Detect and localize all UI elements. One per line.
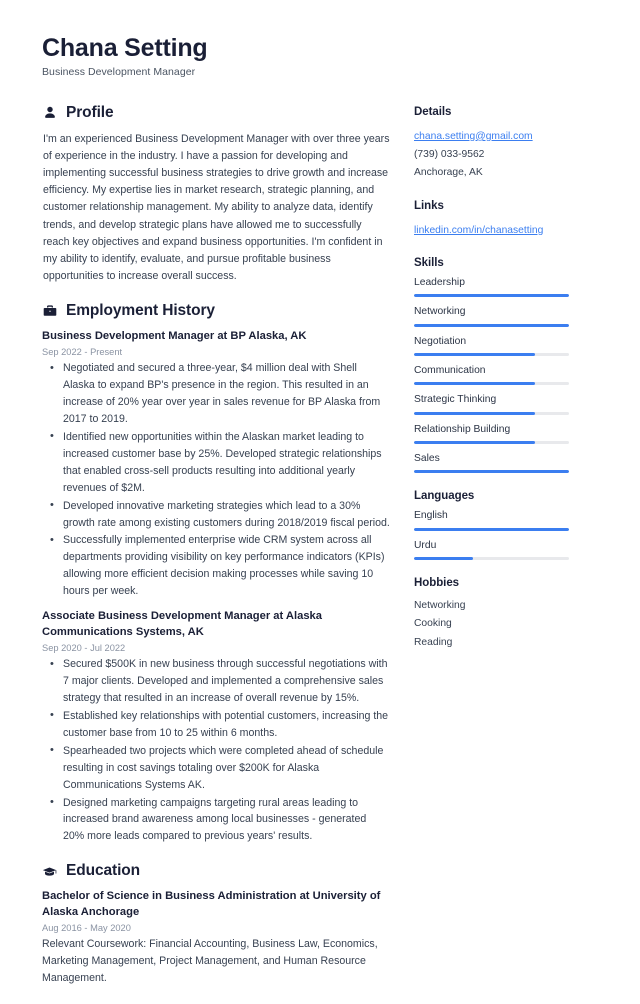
skill-row: Relationship Building: [414, 423, 604, 445]
skill-label: Relationship Building: [414, 423, 511, 435]
person-icon: [42, 105, 57, 120]
skill-label: Strategic Thinking: [414, 394, 497, 406]
skill-row: Strategic Thinking: [414, 394, 604, 415]
skill-label: Sales: [414, 453, 440, 465]
education-entry: Bachelor of Science in Business Administ…: [42, 889, 390, 987]
skill-label: Negotiation: [414, 335, 467, 347]
skill-label: Communication: [414, 365, 486, 377]
list-item: Identified new opportunities within the …: [42, 428, 390, 497]
list-item: Established key relationships with poten…: [42, 707, 390, 742]
skill-row: Leadership: [414, 277, 604, 298]
skill-track: [414, 323, 569, 327]
language-fill: [414, 527, 569, 531]
hobby-item: Networking: [414, 600, 466, 612]
skill-row: Negotiation: [414, 335, 604, 357]
language-track: [414, 527, 569, 531]
employment-entry: Business Development Manager at BP Alask…: [42, 329, 390, 600]
skill-label: Networking: [414, 306, 466, 318]
sidebar-block-languages: Languages English Urdu: [414, 490, 604, 561]
skill-row: Sales: [414, 453, 604, 474]
language-row: English: [414, 510, 604, 531]
language-row: Urdu: [414, 539, 604, 561]
location-text: Anchorage, AK: [414, 167, 483, 179]
list-item: Secured $500K in new business through su…: [42, 656, 390, 707]
list-item: Negotiated and secured a three-year, $4 …: [42, 360, 390, 428]
sidebar-column: Details chana.setting@gmail.com (739) 03…: [414, 104, 604, 669]
employment-entry-title: Associate Business Development Manager a…: [42, 610, 323, 639]
phone-text: (739) 033-9562: [414, 149, 485, 161]
section-header-employment: Employment History: [42, 302, 390, 320]
skill-fill: [414, 323, 569, 327]
graduation-cap-icon: [42, 864, 57, 879]
language-label: Urdu: [414, 539, 437, 551]
skill-track: [414, 294, 569, 298]
skill-track: [414, 353, 569, 357]
skill-fill: [414, 411, 535, 415]
sidebar-block-hobbies: Hobbies Networking Cooking Reading: [414, 577, 604, 652]
list-item: Successfully implemented enterprise wide…: [42, 532, 390, 600]
skill-fill: [414, 382, 535, 386]
briefcase-icon: [42, 304, 57, 319]
section-title-education: Education: [66, 862, 141, 880]
sidebar-title-details: Details: [414, 105, 452, 118]
resume-page: Chana Setting Business Development Manag…: [0, 0, 640, 984]
section-education: Education Bachelor of Science in Busines…: [42, 862, 390, 987]
list-item: Developed innovative marketing strategie…: [42, 497, 390, 532]
education-entry-title: Bachelor of Science in Business Administ…: [42, 890, 381, 919]
employment-entry-date: Sep 2022 - Present: [42, 347, 123, 358]
section-title-profile: Profile: [66, 103, 114, 121]
skill-track: [414, 411, 569, 415]
sidebar-title-links: Links: [414, 199, 444, 212]
skill-fill: [414, 441, 535, 445]
section-header-profile: Profile: [42, 104, 390, 122]
skill-fill: [414, 470, 569, 474]
list-item: Spearheaded two projects which were comp…: [42, 742, 390, 794]
section-employment-history: Employment History Business Development …: [42, 302, 390, 845]
employment-entry-bullets: Negotiated and secured a three-year, $4 …: [42, 360, 390, 600]
education-entry-description: Relevant Coursework: Financial Accountin…: [42, 938, 378, 984]
sidebar-block-links: Links linkedin.com/in/chanasetting: [414, 200, 604, 240]
language-fill: [414, 557, 473, 561]
linkedin-link[interactable]: linkedin.com/in/chanasetting: [414, 222, 543, 240]
section-title-employment: Employment History: [66, 302, 215, 320]
skill-fill: [414, 353, 535, 357]
education-entry-date: Aug 2016 - May 2020: [42, 923, 131, 934]
list-item: Designed marketing campaigns targeting r…: [42, 794, 390, 846]
skill-row: Communication: [414, 365, 604, 386]
sidebar-title-hobbies: Hobbies: [414, 577, 460, 590]
candidate-name: Chana Setting: [42, 34, 208, 62]
employment-entry-bullets: Secured $500K in new business through su…: [42, 656, 390, 845]
sidebar-block-skills: Skills Leadership Networking Negotiation: [414, 257, 604, 474]
profile-summary-text: I'm an experienced Business Development …: [43, 132, 390, 282]
employment-entry-title: Business Development Manager at BP Alask…: [42, 330, 307, 343]
skill-label: Leadership: [414, 277, 465, 289]
sidebar-block-details: Details chana.setting@gmail.com (739) 03…: [414, 106, 604, 183]
language-label: English: [414, 510, 448, 522]
skill-track: [414, 441, 569, 445]
main-column: Profile I'm an experienced Business Deve…: [42, 104, 414, 1004]
skill-fill: [414, 294, 569, 298]
email-link[interactable]: chana.setting@gmail.com: [414, 128, 533, 146]
sidebar-title-skills: Skills: [414, 257, 444, 270]
employment-entry: Associate Business Development Manager a…: [42, 609, 390, 845]
hobby-item: Cooking: [414, 618, 452, 630]
section-profile: Profile I'm an experienced Business Deve…: [42, 104, 390, 285]
resume-columns: Profile I'm an experienced Business Deve…: [42, 104, 614, 1004]
employment-entry-date: Sep 2020 - Jul 2022: [42, 643, 126, 653]
section-header-education: Education: [42, 862, 390, 880]
skill-track: [414, 382, 569, 386]
sidebar-title-languages: Languages: [414, 490, 475, 503]
hobby-item: Reading: [414, 636, 453, 648]
language-track: [414, 557, 569, 561]
resume-header: Chana Setting Business Development Manag…: [42, 34, 614, 78]
skill-row: Networking: [414, 306, 604, 327]
skill-track: [414, 470, 569, 474]
candidate-job-title: Business Development Manager: [42, 65, 196, 78]
